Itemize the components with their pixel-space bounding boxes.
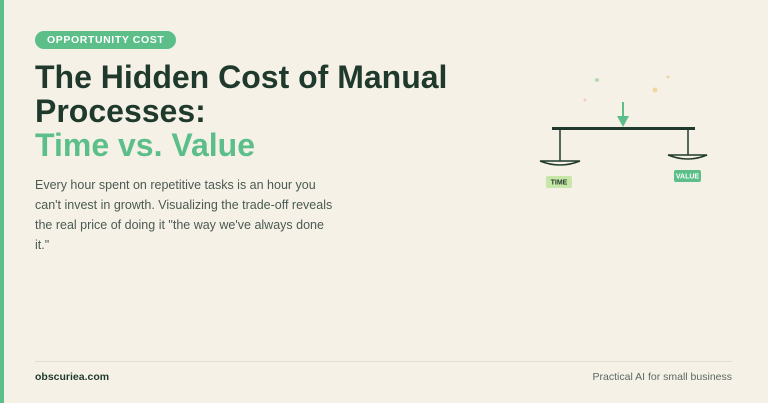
scale-right-pan (667, 154, 708, 160)
time-label: TIME (551, 180, 568, 187)
footer-site-link[interactable]: obscuriea.com (35, 371, 109, 383)
balance-scale-illustration: TIME VALUE (539, 75, 708, 188)
arrow-down-icon (617, 102, 629, 127)
scale-beam (552, 127, 695, 130)
footer-tagline: Practical AI for small business (592, 371, 732, 383)
category-badge: OPPORTUNITY COST (35, 31, 177, 49)
decor-dot (595, 78, 599, 82)
title-line-1: The Hidden Cost of Manual (35, 59, 448, 95)
scale-left-pan (539, 160, 581, 166)
decor-dot (666, 75, 670, 79)
title-line-2: Processes: (35, 93, 206, 129)
left-accent-bar (0, 0, 4, 403)
decor-dot (583, 98, 587, 102)
description-text: Every hour spent on repetitive tasks is … (35, 178, 333, 252)
title-line-3: Time vs. Value (35, 127, 255, 163)
page-title: The Hidden Cost of Manual Processes: Tim… (35, 60, 465, 162)
value-label: VALUE (676, 174, 700, 181)
footer-divider (35, 361, 732, 362)
decor-dot (652, 87, 658, 93)
